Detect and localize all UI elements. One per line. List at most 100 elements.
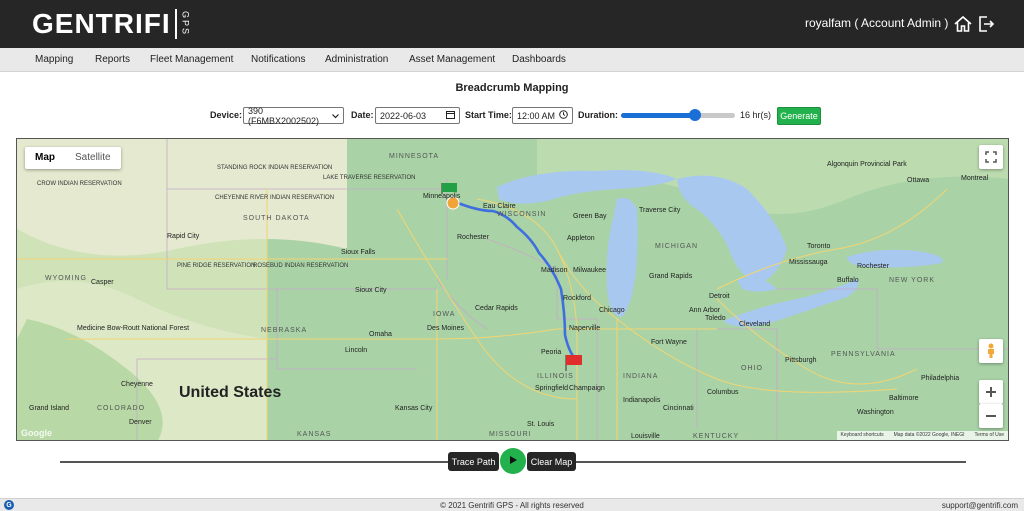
map-city-label: Philadelphia xyxy=(921,375,960,382)
map-city-label: Cheyenne xyxy=(121,381,153,388)
map-city-label: Omaha xyxy=(369,331,392,338)
map-city-label: Casper xyxy=(91,279,114,286)
map-reservation-label: STANDING ROCK INDIAN RESERVATION xyxy=(217,165,333,171)
map-reservation-label: LAKE TRAVERSE RESERVATION xyxy=(323,175,416,181)
map-canvas[interactable] xyxy=(17,139,1009,441)
nav-item-dashboards[interactable]: Dashboards xyxy=(512,54,566,65)
map-city-label: Montreal xyxy=(961,175,989,182)
brand-logo[interactable]: GENTRIFI GPS xyxy=(32,6,191,42)
playback-track-right xyxy=(576,461,966,463)
chevron-down-icon xyxy=(332,111,339,121)
map-state-label: INDIANA xyxy=(623,373,659,380)
map-city-label: Buffalo xyxy=(837,277,859,284)
start-flag-icon xyxy=(442,183,457,192)
footer-support-email[interactable]: support@gentrifi.com xyxy=(942,501,1018,510)
map-state-label: WYOMING xyxy=(45,275,87,282)
nav-item-fleet-management[interactable]: Fleet Management xyxy=(150,54,233,65)
main-nav: Mapping Reports Fleet Management Notific… xyxy=(0,48,1024,72)
nav-item-mapping[interactable]: Mapping xyxy=(35,54,73,65)
start-time-input[interactable]: 12:00 AM xyxy=(512,107,573,124)
map-city-label: Rochester xyxy=(857,263,889,270)
brand-suffix: GPS xyxy=(180,11,191,37)
duration-value: 16 hr(s) xyxy=(740,110,772,120)
zoom-out-icon[interactable] xyxy=(979,404,1003,428)
home-icon[interactable] xyxy=(953,14,973,34)
end-flag-icon xyxy=(566,355,582,365)
map-city-label: Appleton xyxy=(567,235,595,242)
footer-copyright: © 2021 Gentrifi GPS - All rights reserve… xyxy=(440,501,584,510)
map-city-label: Traverse City xyxy=(639,207,681,214)
map-state-label: NEBRASKA xyxy=(261,327,308,334)
map-city-label: Louisville xyxy=(631,433,660,440)
top-header: GENTRIFI GPS royalfam ( Account Admin ) xyxy=(0,0,1024,48)
map-city-label: Ann Arbor xyxy=(689,307,721,314)
map-city-label: Des Moines xyxy=(427,325,464,332)
duration-slider[interactable] xyxy=(621,109,735,121)
map-reservation-label: CHEYENNE RIVER INDIAN RESERVATION xyxy=(215,195,335,201)
page-footer: G © 2021 Gentrifi GPS - All rights reser… xyxy=(0,498,1024,511)
date-label: Date: xyxy=(351,110,374,120)
map-city-label: Rochester xyxy=(457,234,489,241)
date-input[interactable]: 2022-06-03 xyxy=(375,107,460,124)
generate-button[interactable]: Generate xyxy=(777,107,821,125)
map-state-label: COLORADO xyxy=(97,405,146,412)
calendar-icon[interactable] xyxy=(446,110,455,121)
map-city-label: Chicago xyxy=(599,307,625,314)
user-account-label: royalfam ( Account Admin ) xyxy=(805,16,949,30)
map-city-label: St. Louis xyxy=(527,421,555,428)
duration-slider-fill xyxy=(621,113,696,118)
map-state-label: OHIO xyxy=(741,365,763,372)
map-state-label: WISCONSIN xyxy=(497,211,547,218)
map-state-label: MICHIGAN xyxy=(655,243,698,250)
map-city-label: Fort Wayne xyxy=(651,339,687,346)
logout-icon[interactable] xyxy=(976,14,996,34)
map-city-label: Springfield xyxy=(535,385,569,392)
map-attribution: Keyboard shortcuts Map data ©2022 Google… xyxy=(836,431,1008,440)
device-select[interactable]: 390 (F6MBX2002502) xyxy=(243,105,344,126)
play-button[interactable] xyxy=(500,448,526,474)
map-reservation-label: ROSEBUD INDIAN RESERVATION xyxy=(253,263,349,269)
map-city-label: Grand Island xyxy=(29,405,70,412)
map-city-label: Rapid City xyxy=(167,233,200,240)
map-city-label: Sioux Falls xyxy=(341,249,376,256)
map-type-toggle[interactable]: Map Satellite xyxy=(25,147,121,169)
map-city-label: Sioux City xyxy=(355,287,387,294)
map-city-label: Green Bay xyxy=(573,213,607,220)
nav-item-administration[interactable]: Administration xyxy=(325,54,388,65)
map-reservation-label: PINE RIDGE RESERVATION xyxy=(177,263,256,269)
map-city-label: Lincoln xyxy=(345,347,368,354)
map-city-label: Peoria xyxy=(541,349,562,356)
pegman-icon[interactable] xyxy=(979,339,1003,363)
map-city-label: Cincinnati xyxy=(663,405,694,412)
trace-path-button[interactable]: Trace Path xyxy=(448,452,499,471)
device-select-value: 390 (F6MBX2002502) xyxy=(248,105,320,126)
map-city-label: Columbus xyxy=(707,389,739,396)
map-city-label: Indianapolis xyxy=(623,397,661,404)
fullscreen-icon[interactable] xyxy=(979,145,1003,169)
device-label: Device: xyxy=(210,110,243,120)
nav-item-asset-management[interactable]: Asset Management xyxy=(409,54,495,65)
clear-map-button[interactable]: Clear Map xyxy=(527,452,576,471)
map-city-label: Grand Rapids xyxy=(649,273,693,280)
nav-item-reports[interactable]: Reports xyxy=(95,54,130,65)
duration-slider-thumb[interactable] xyxy=(689,109,702,121)
map-city-label: Champaign xyxy=(569,385,605,392)
map-country-label: United States xyxy=(179,384,282,401)
zoom-in-icon[interactable] xyxy=(979,380,1003,404)
google-logo: Google xyxy=(21,428,52,438)
map-type-satellite[interactable]: Satellite xyxy=(65,147,121,169)
map-city-label: Ottawa xyxy=(907,177,930,184)
map-city-label: Naperville xyxy=(569,325,601,332)
clock-icon[interactable] xyxy=(559,110,568,121)
map-state-label: KANSAS xyxy=(297,431,332,438)
breadcrumb-map[interactable]: MINNESOTA SOUTH DAKOTA WYOMING NEBRASKA … xyxy=(16,138,1009,441)
nav-item-notifications[interactable]: Notifications xyxy=(251,54,305,65)
start-time-value: 12:00 AM xyxy=(517,110,556,121)
map-state-label: PENNSYLVANIA xyxy=(831,351,896,358)
map-state-label: IOWA xyxy=(433,311,456,318)
keyboard-shortcuts-link[interactable]: Keyboard shortcuts xyxy=(841,432,884,439)
map-type-map[interactable]: Map xyxy=(25,147,65,169)
map-state-label: KENTUCKY xyxy=(693,433,740,440)
start-time-label: Start Time: xyxy=(465,110,512,120)
terms-of-use-link[interactable]: Terms of Use xyxy=(975,432,1004,439)
